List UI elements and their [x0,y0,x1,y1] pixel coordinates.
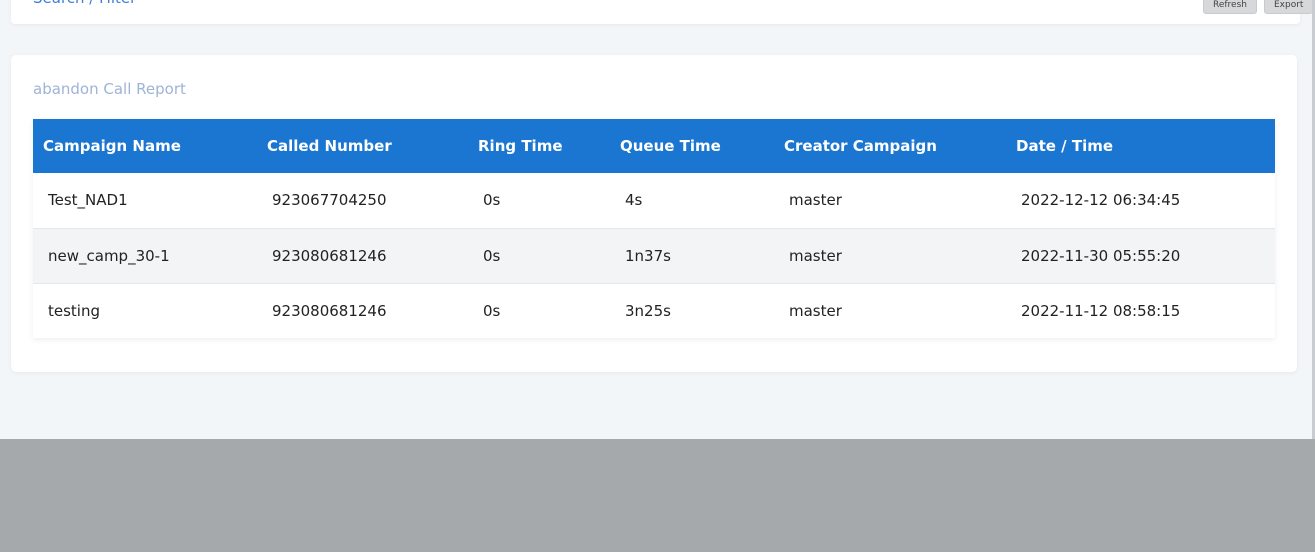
cell-date-time: 2022-11-12 08:58:15 [1021,301,1181,320]
cell-queue-time: 1n37s [625,246,671,265]
export-button[interactable]: Export [1264,0,1314,14]
cell-called-number: 923080681246 [272,301,387,320]
cell-creator-campaign: master [789,301,842,320]
cell-ring-time: 0s [483,191,501,210]
cell-ring-time: 0s [483,246,501,265]
filter-card: Search / Filter Refresh Export [11,0,1314,24]
cell-called-number: 923080681246 [272,246,387,265]
cell-called-number: 923067704250 [272,191,387,210]
cell-queue-time: 4s [625,191,643,210]
table-row: Test_NAD1 923067704250 0s 4s master 2022… [33,173,1275,228]
column-header-date-time[interactable]: Date / Time [1006,119,1275,173]
table-row: new_camp_30-1 923080681246 0s 1n37s mast… [33,228,1275,283]
cell-creator-campaign: master [789,191,842,210]
cell-date-time: 2022-11-30 05:55:20 [1021,246,1181,265]
column-header-queue-time[interactable]: Queue Time [610,119,774,173]
cell-ring-time: 0s [483,301,501,320]
page-viewport: Search / Filter Refresh Export abandon C… [0,0,1315,439]
refresh-button[interactable]: Refresh [1203,0,1257,14]
report-card: abandon Call Report Campaign Name Called… [11,55,1297,372]
column-header-ring-time[interactable]: Ring Time [468,119,610,173]
cell-queue-time: 3n25s [625,301,671,320]
filter-toggle-link[interactable]: Search / Filter [33,0,136,8]
table-row: testing 923080681246 0s 3n25s master 202… [33,283,1275,338]
report-table-container: Campaign Name Called Number Ring Time Qu… [33,119,1275,338]
column-header-campaign-name[interactable]: Campaign Name [33,119,257,173]
cell-campaign-name: Test_NAD1 [48,191,128,210]
column-header-called-number[interactable]: Called Number [257,119,468,173]
cell-campaign-name: testing [48,301,101,320]
cell-campaign-name: new_camp_30-1 [48,246,170,265]
table-header: Campaign Name Called Number Ring Time Qu… [33,119,1275,173]
report-title: abandon Call Report [33,80,186,98]
cell-date-time: 2022-12-12 06:34:45 [1021,191,1181,210]
table-header-row: Campaign Name Called Number Ring Time Qu… [33,119,1275,173]
table-body: Test_NAD1 923067704250 0s 4s master 2022… [33,173,1275,338]
report-table: Campaign Name Called Number Ring Time Qu… [33,119,1275,338]
column-header-creator-campaign[interactable]: Creator Campaign [774,119,1006,173]
cell-creator-campaign: master [789,246,842,265]
